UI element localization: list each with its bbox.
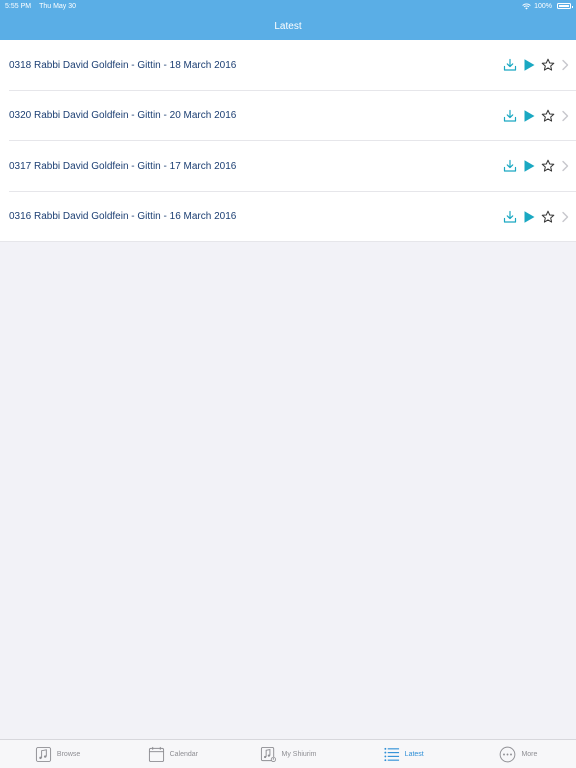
shiur-list: 0318 Rabbi David Goldfein - Gittin - 18 … — [0, 40, 576, 242]
tab-label: Calendar — [169, 750, 199, 758]
music-note-icon — [35, 746, 51, 762]
item-title: 0317 Rabbi David Goldfein - Gittin - 17 … — [9, 160, 237, 172]
download-icon[interactable] — [503, 159, 517, 173]
status-bar: 5:55 PM Thu May 30 100% — [0, 0, 576, 12]
download-icon[interactable] — [503, 210, 517, 224]
download-icon[interactable] — [503, 58, 517, 72]
navigation-bar: Latest — [0, 12, 576, 40]
play-icon[interactable] — [522, 109, 536, 123]
list-icon — [384, 747, 399, 761]
item-title: 0316 Rabbi David Goldfein - Gittin - 16 … — [9, 211, 237, 223]
calendar-icon — [148, 746, 164, 762]
my-shiurim-icon — [260, 746, 276, 762]
battery-icon — [557, 3, 573, 9]
chevron-right-icon — [562, 211, 569, 222]
play-icon[interactable] — [522, 159, 536, 173]
star-icon[interactable] — [541, 109, 555, 123]
status-right: 100% — [522, 2, 573, 10]
status-date: Thu May 30 — [39, 2, 77, 10]
page-title: Latest — [274, 20, 302, 32]
tab-label: More — [521, 750, 538, 758]
list-item[interactable]: 0316 Rabbi David Goldfein - Gittin - 16 … — [0, 192, 576, 243]
wifi-icon — [522, 3, 531, 9]
tab-label: My Shiurim — [281, 750, 317, 758]
tab-bar: Browse Calendar My Shiurim Latest More — [0, 739, 576, 768]
play-icon[interactable] — [522, 210, 536, 224]
item-actions — [503, 159, 570, 173]
list-item[interactable]: 0317 Rabbi David Goldfein - Gittin - 17 … — [0, 141, 576, 192]
tab-latest[interactable]: Latest — [346, 746, 461, 763]
star-icon[interactable] — [541, 58, 555, 72]
item-actions — [503, 210, 570, 224]
status-time: 5:55 PM — [5, 2, 32, 10]
tab-label: Browse — [56, 750, 81, 758]
tab-browse[interactable]: Browse — [0, 746, 115, 763]
item-title: 0320 Rabbi David Goldfein - Gittin - 20 … — [9, 110, 237, 122]
star-icon[interactable] — [541, 159, 555, 173]
item-title: 0318 Rabbi David Goldfein - Gittin - 18 … — [9, 59, 237, 71]
list-item[interactable]: 0318 Rabbi David Goldfein - Gittin - 18 … — [0, 40, 576, 91]
play-icon[interactable] — [522, 58, 536, 72]
tab-label: Latest — [404, 750, 424, 758]
list-item[interactable]: 0320 Rabbi David Goldfein - Gittin - 20 … — [0, 91, 576, 142]
tab-calendar[interactable]: Calendar — [115, 746, 230, 763]
download-icon[interactable] — [503, 109, 517, 123]
item-actions — [503, 58, 570, 72]
chevron-right-icon — [562, 110, 569, 121]
more-icon — [500, 746, 516, 762]
chevron-right-icon — [562, 60, 569, 71]
tab-more[interactable]: More — [461, 746, 576, 763]
tab-my-shiurim[interactable]: My Shiurim — [230, 746, 345, 763]
item-actions — [503, 109, 570, 123]
battery-percent: 100% — [534, 2, 552, 10]
chevron-right-icon — [562, 161, 569, 172]
star-icon[interactable] — [541, 210, 555, 224]
